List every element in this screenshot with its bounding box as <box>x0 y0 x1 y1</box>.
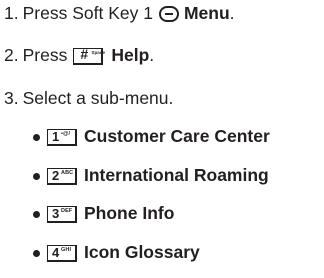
bullet-icon <box>33 250 40 257</box>
step-text: Press <box>22 45 68 65</box>
instruction-document: 1. Press Soft Key 1 Menu . 2. Press # Sp… <box>0 0 324 278</box>
step-3: 3. Select a sub-menu. <box>4 87 173 109</box>
key-sub-glyph: DEF <box>61 207 73 214</box>
pound-key-icon: # Space <box>73 45 106 65</box>
menu-label: Menu <box>183 3 230 23</box>
submenu-item: 4 GHI Icon Glossary <box>33 241 200 263</box>
bullet-icon <box>33 134 40 141</box>
submenu-label: Icon Glossary <box>84 242 200 262</box>
submenu-label: Phone Info <box>84 203 175 223</box>
step-number: 2. <box>4 45 19 65</box>
key-main-glyph: 2 <box>52 167 60 183</box>
key-sub-glyph: Space <box>91 49 106 55</box>
help-label: Help <box>111 45 150 65</box>
key-main-glyph: 4 <box>52 244 60 260</box>
key-sub-glyph: •@/ <box>61 130 71 137</box>
key-main-glyph: 1 <box>52 128 60 144</box>
submenu-label: International Roaming <box>84 165 269 185</box>
step-2: 2. Press # Space Help . <box>4 44 154 66</box>
step-text: Press Soft Key 1 <box>22 3 153 23</box>
step-text: Select a sub-menu. <box>22 88 174 108</box>
step-number: 1. <box>4 3 19 23</box>
key-1-icon: 1 •@/ <box>47 128 77 146</box>
key-4-icon: 4 GHI <box>47 244 77 262</box>
bullet-icon <box>33 173 40 180</box>
key-sub-glyph: GHI <box>61 246 72 253</box>
submenu-item: 1 •@/ Customer Care Center <box>33 125 270 147</box>
soft-key-1-icon <box>158 6 179 22</box>
key-main-glyph: # <box>80 45 89 62</box>
step-number: 3. <box>4 88 19 108</box>
key-main-glyph: 3 <box>52 205 60 221</box>
key-3-icon: 3 DEF <box>47 205 77 223</box>
step-suffix: . <box>229 3 235 23</box>
submenu-label: Customer Care Center <box>84 126 270 146</box>
key-2-icon: 2 ABC <box>47 167 77 185</box>
step-suffix: . <box>149 45 155 65</box>
submenu-item: 3 DEF Phone Info <box>33 202 174 224</box>
bullet-icon <box>33 211 40 218</box>
key-sub-glyph: ABC <box>61 169 74 176</box>
step-1: 1. Press Soft Key 1 Menu . <box>4 2 235 24</box>
submenu-item: 2 ABC International Roaming <box>33 164 269 186</box>
